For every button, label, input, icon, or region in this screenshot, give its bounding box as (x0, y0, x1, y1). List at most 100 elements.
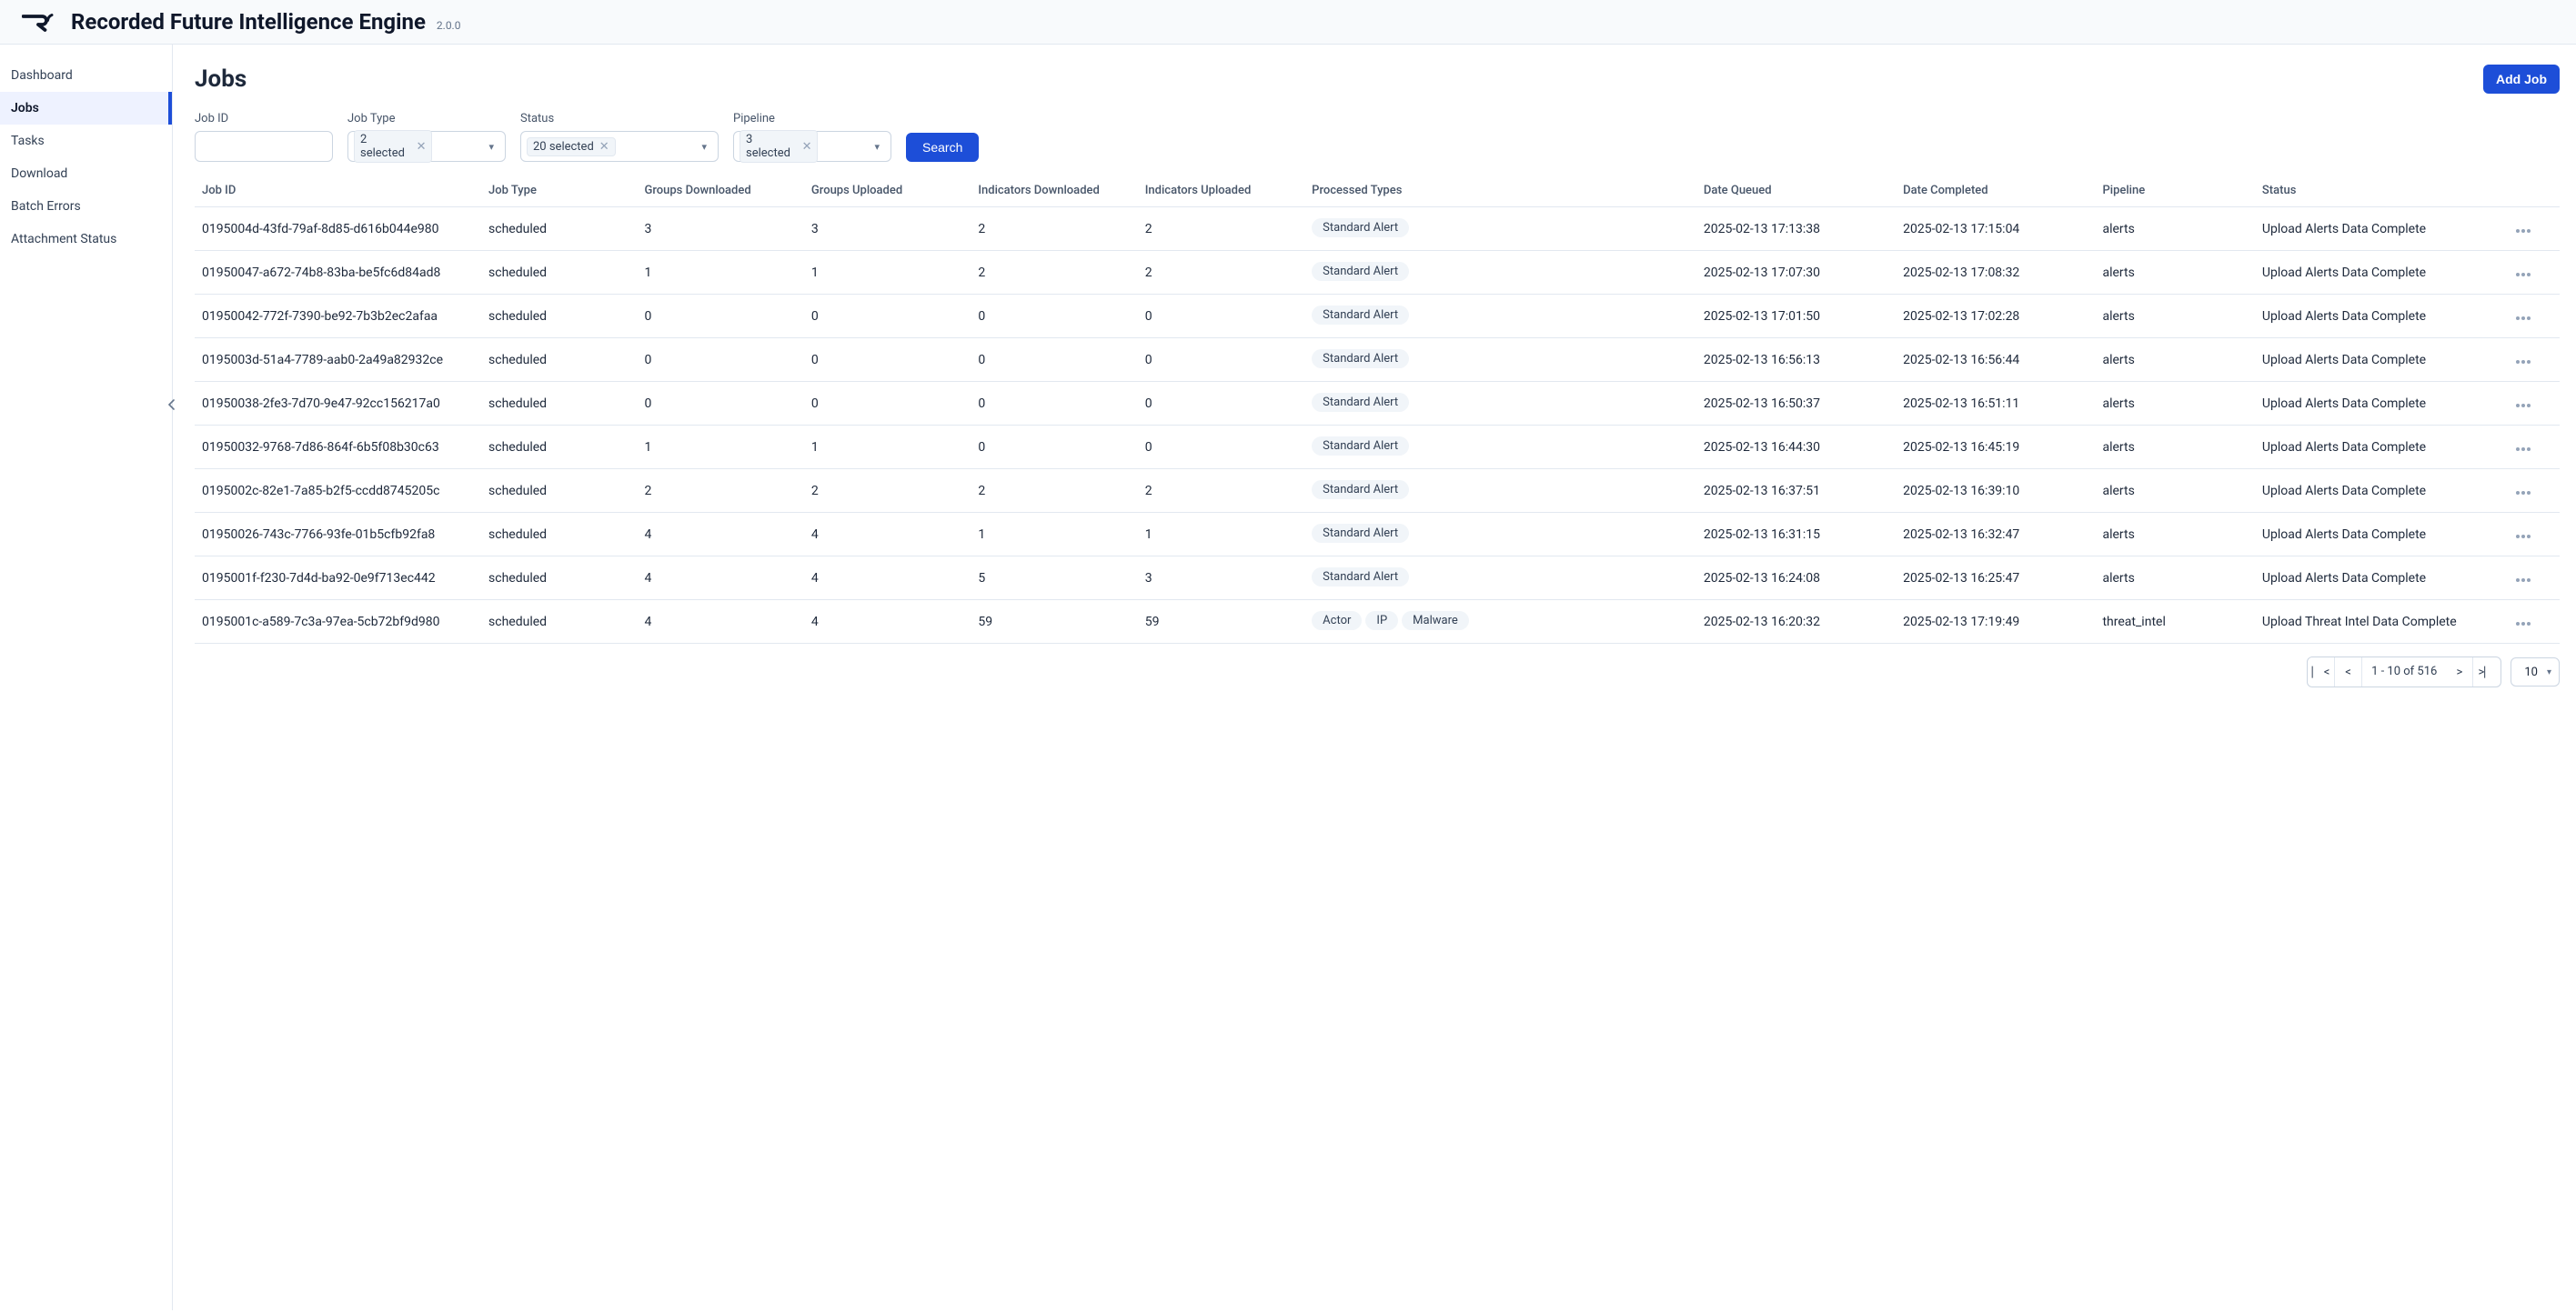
table-header-row: Job ID Job Type Groups Downloaded Groups… (195, 175, 2560, 207)
cell-job-type: scheduled (481, 600, 637, 644)
logo-icon (22, 11, 55, 33)
row-actions-button[interactable] (2512, 618, 2534, 629)
cell-date-queued: 2025-02-13 16:24:08 (1696, 556, 1896, 600)
cell-pipeline: alerts (2095, 382, 2254, 426)
cell-actions (2487, 556, 2560, 600)
filter-job-type: Job Type 2 selected ✕ ▾ (347, 112, 506, 162)
table-row: 0195004d-43fd-79af-8d85-d616b044e980sche… (195, 207, 2560, 251)
row-actions-button[interactable] (2512, 356, 2534, 367)
cell-indicators-uploaded: 0 (1138, 426, 1304, 469)
col-header: Groups Uploaded (804, 175, 971, 207)
processed-type-tag: Malware (1402, 611, 1469, 630)
col-header: Job Type (481, 175, 637, 207)
pipeline-select[interactable]: 3 selected ✕ ▾ (733, 131, 891, 162)
more-horizontal-icon (2516, 229, 2520, 233)
cell-status: Upload Alerts Data Complete (2255, 426, 2487, 469)
col-header: Date Queued (1696, 175, 1896, 207)
chevron-down-icon: ▾ (2547, 667, 2551, 677)
page-size-value: 10 (2524, 666, 2538, 679)
row-actions-button[interactable] (2512, 226, 2534, 236)
row-actions-button[interactable] (2512, 313, 2534, 324)
cell-date-completed: 2025-02-13 16:25:47 (1896, 556, 2095, 600)
cell-processed-types: Standard Alert (1304, 295, 1696, 338)
cell-indicators-uploaded: 0 (1138, 295, 1304, 338)
cell-job-type: scheduled (481, 469, 637, 513)
more-horizontal-icon (2516, 404, 2520, 407)
page-size-select[interactable]: 10 ▾ (2511, 657, 2560, 687)
chip-clear-icon[interactable]: ✕ (599, 140, 609, 154)
chip-clear-icon[interactable]: ✕ (802, 140, 812, 154)
cell-groups-uploaded: 1 (804, 426, 971, 469)
cell-status: Upload Alerts Data Complete (2255, 469, 2487, 513)
sidebar-item-dashboard[interactable]: Dashboard (0, 59, 172, 92)
row-actions-button[interactable] (2512, 531, 2534, 542)
cell-job-id: 0195004d-43fd-79af-8d85-d616b044e980 (195, 207, 481, 251)
row-actions-button[interactable] (2512, 269, 2534, 280)
sidebar-item-tasks[interactable]: Tasks (0, 125, 172, 157)
table-row: 01950038-2fe3-7d70-9e47-92cc156217a0sche… (195, 382, 2560, 426)
select-chip: 20 selected ✕ (527, 137, 616, 156)
main-content: Jobs Add Job Job ID Job Type 2 selected … (173, 45, 2576, 1310)
row-actions-button[interactable] (2512, 575, 2534, 586)
sidebar-item-jobs[interactable]: Jobs (0, 92, 172, 125)
cell-groups-downloaded: 2 (637, 469, 803, 513)
select-chip: 2 selected ✕ (354, 130, 432, 163)
add-job-button[interactable]: Add Job (2483, 65, 2560, 94)
pager-last-button[interactable]: >⎸ (2473, 657, 2501, 687)
more-horizontal-icon (2516, 360, 2520, 364)
more-horizontal-icon (2516, 578, 2520, 582)
cell-indicators-uploaded: 59 (1138, 600, 1304, 644)
cell-groups-uploaded: 2 (804, 469, 971, 513)
cell-processed-types: Standard Alert (1304, 426, 1696, 469)
cell-groups-uploaded: 4 (804, 513, 971, 556)
cell-date-queued: 2025-02-13 16:44:30 (1696, 426, 1896, 469)
cell-groups-uploaded: 0 (804, 382, 971, 426)
table-row: 01950042-772f-7390-be92-7b3b2ec2afaasche… (195, 295, 2560, 338)
col-header: Groups Downloaded (637, 175, 803, 207)
cell-status: Upload Alerts Data Complete (2255, 251, 2487, 295)
cell-indicators-uploaded: 0 (1138, 382, 1304, 426)
cell-indicators-uploaded: 2 (1138, 469, 1304, 513)
sidebar-item-attachment-status[interactable]: Attachment Status (0, 223, 172, 256)
cell-indicators-downloaded: 1 (971, 513, 1137, 556)
sidebar-item-download[interactable]: Download (0, 157, 172, 190)
cell-groups-uploaded: 4 (804, 556, 971, 600)
table-row: 0195001c-a589-7c3a-97ea-5cb72bf9d980sche… (195, 600, 2560, 644)
status-select[interactable]: 20 selected ✕ ▾ (520, 131, 719, 162)
sidebar-collapse-button[interactable] (163, 390, 181, 419)
chip-clear-icon[interactable]: ✕ (417, 140, 427, 154)
cell-actions (2487, 207, 2560, 251)
cell-job-type: scheduled (481, 338, 637, 382)
app-header: Recorded Future Intelligence Engine 2.0.… (0, 0, 2576, 45)
cell-indicators-downloaded: 2 (971, 251, 1137, 295)
cell-groups-downloaded: 4 (637, 600, 803, 644)
chevron-left-icon: < (2345, 666, 2351, 679)
filter-label: Job ID (195, 112, 333, 125)
search-button[interactable]: Search (906, 133, 979, 162)
chevron-down-icon: ▾ (696, 141, 712, 153)
row-actions-button[interactable] (2512, 487, 2534, 498)
page-title: Jobs (195, 65, 247, 93)
cell-status: Upload Alerts Data Complete (2255, 295, 2487, 338)
job-id-input[interactable] (195, 131, 333, 162)
sidebar-item-batch-errors[interactable]: Batch Errors (0, 190, 172, 223)
row-actions-button[interactable] (2512, 444, 2534, 455)
row-actions-button[interactable] (2512, 400, 2534, 411)
col-header: Processed Types (1304, 175, 1696, 207)
cell-date-completed: 2025-02-13 16:45:19 (1896, 426, 2095, 469)
cell-groups-uploaded: 1 (804, 251, 971, 295)
processed-type-tag: Standard Alert (1312, 349, 1409, 368)
pager-next-button[interactable]: > (2446, 657, 2473, 687)
pager-first-button[interactable]: ⎸< (2308, 657, 2335, 687)
pagination: ⎸< < 1 - 10 of 516 > >⎸ 10 ▾ (195, 656, 2560, 687)
cell-processed-types: Standard Alert (1304, 207, 1696, 251)
job-type-select[interactable]: 2 selected ✕ ▾ (347, 131, 506, 162)
pager-prev-button[interactable]: < (2335, 657, 2362, 687)
cell-job-id: 0195003d-51a4-7789-aab0-2a49a82932ce (195, 338, 481, 382)
cell-pipeline: alerts (2095, 513, 2254, 556)
cell-processed-types: Standard Alert (1304, 469, 1696, 513)
processed-type-tag: Standard Alert (1312, 524, 1409, 543)
col-header: Status (2255, 175, 2487, 207)
more-horizontal-icon (2516, 447, 2520, 451)
cell-date-queued: 2025-02-13 16:50:37 (1696, 382, 1896, 426)
